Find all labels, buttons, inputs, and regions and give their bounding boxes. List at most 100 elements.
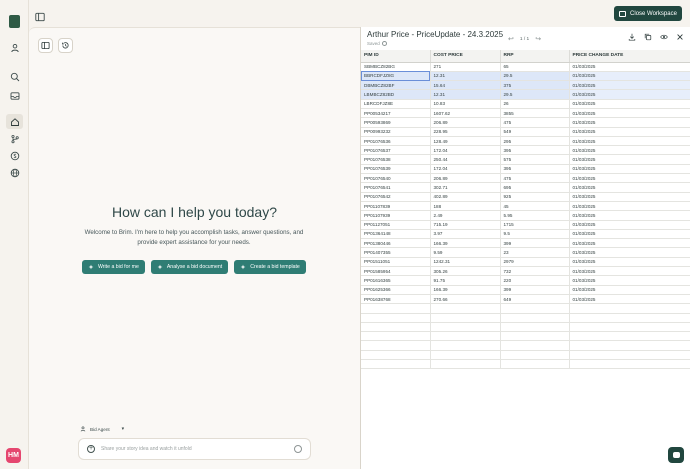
info-icon[interactable] bbox=[381, 41, 387, 46]
sidebar-toggle-icon[interactable] bbox=[35, 9, 45, 22]
table-cell[interactable]: PP01107939 bbox=[361, 210, 431, 221]
table-cell[interactable]: 399 bbox=[500, 238, 570, 249]
history-button[interactable] bbox=[58, 38, 73, 53]
empty-table-row[interactable] bbox=[361, 322, 690, 333]
table-cell[interactable]: 166.39 bbox=[430, 238, 501, 249]
table-cell[interactable]: 12.31 bbox=[430, 71, 501, 82]
table-cell[interactable]: 1607.62 bbox=[430, 108, 501, 119]
table-row[interactable]: PP01076537 172.04 395 01/03/2025 bbox=[361, 145, 690, 156]
table-cell[interactable]: PP01511051 bbox=[361, 257, 431, 268]
table-row[interactable]: PP01076538 250.44 575 01/03/2025 bbox=[361, 154, 690, 165]
table-row[interactable]: PP01625366 166.39 399 01/03/2025 bbox=[361, 285, 690, 295]
table-cell[interactable] bbox=[569, 331, 690, 342]
home-icon[interactable] bbox=[6, 114, 23, 129]
table-cell[interactable]: 01/03/2025 bbox=[569, 210, 690, 221]
table-cell[interactable]: PP01076542 bbox=[361, 192, 431, 202]
table-row[interactable]: PP00993232 228.95 549 01/03/2025 bbox=[361, 127, 690, 137]
branch-icon[interactable] bbox=[9, 133, 20, 144]
table-cell[interactable]: 01/03/2025 bbox=[569, 229, 690, 240]
table-cell[interactable]: 925 bbox=[500, 192, 570, 202]
table-cell[interactable]: PP00534217 bbox=[361, 108, 431, 119]
table-cell[interactable]: PP01076539 bbox=[361, 164, 431, 175]
table-cell[interactable]: PP01380446 bbox=[361, 238, 431, 249]
table-cell[interactable] bbox=[500, 303, 570, 314]
table-row[interactable]: PP01076536 128.49 295 01/03/2025 bbox=[361, 136, 690, 147]
table-row[interactable]: PP00593869 206.89 475 01/03/2025 bbox=[361, 117, 690, 128]
table-cell[interactable] bbox=[430, 313, 501, 323]
create-template-button[interactable]: Create a bid template bbox=[234, 260, 306, 274]
table-cell[interactable]: 01/03/2025 bbox=[569, 266, 690, 277]
table-cell[interactable] bbox=[361, 340, 431, 351]
table-cell[interactable]: 3.97 bbox=[430, 229, 501, 240]
table-cell[interactable]: 206.89 bbox=[430, 173, 501, 184]
table-cell[interactable]: 220 bbox=[500, 275, 570, 286]
agent-selector[interactable]: Bid Agent ▾ bbox=[80, 426, 124, 432]
table-cell[interactable]: PP01076541 bbox=[361, 182, 431, 193]
table-cell[interactable]: 228.95 bbox=[430, 127, 501, 137]
table-cell[interactable]: 91.75 bbox=[430, 275, 501, 286]
table-cell[interactable]: 475 bbox=[500, 173, 570, 184]
table-cell[interactable]: 23 bbox=[500, 247, 570, 258]
table-cell[interactable]: PP01616365 bbox=[361, 275, 431, 286]
table-cell[interactable]: 01/03/2025 bbox=[569, 257, 690, 268]
table-row[interactable]: PP01076541 302.71 695 01/03/2025 bbox=[361, 182, 690, 193]
table-cell[interactable]: 250.44 bbox=[430, 154, 501, 165]
table-cell[interactable] bbox=[569, 313, 690, 323]
table-cell[interactable]: 01/03/2025 bbox=[569, 117, 690, 128]
table-row[interactable]: PP01585954 305.26 732 01/03/2025 bbox=[361, 266, 690, 277]
table-cell[interactable]: PP00993232 bbox=[361, 127, 431, 137]
table-cell[interactable]: 575 bbox=[500, 154, 570, 165]
table-cell[interactable] bbox=[500, 331, 570, 342]
table-row[interactable]: PP01407355 9.59 23 01/03/2025 bbox=[361, 247, 690, 258]
table-cell[interactable] bbox=[430, 340, 501, 351]
table-cell[interactable] bbox=[569, 303, 690, 314]
inbox-icon[interactable] bbox=[9, 90, 20, 101]
table-cell[interactable]: PP01407355 bbox=[361, 247, 431, 258]
table-cell[interactable] bbox=[500, 350, 570, 361]
table-cell[interactable]: 206.89 bbox=[430, 117, 501, 128]
table-cell[interactable]: 166.39 bbox=[430, 285, 501, 295]
table-row[interactable]: PP01107839 188 45 01/03/2025 bbox=[361, 201, 690, 212]
column-header[interactable]: COST PRICE bbox=[430, 50, 501, 63]
empty-table-row[interactable] bbox=[361, 313, 690, 323]
table-row[interactable]: SBMBCZ82BG 271 65 01/03/2025 bbox=[361, 62, 690, 72]
table-cell[interactable]: 01/03/2025 bbox=[569, 127, 690, 137]
table-row[interactable]: PP01616365 91.75 220 01/03/2025 bbox=[361, 275, 690, 286]
table-cell[interactable]: PP01585954 bbox=[361, 266, 431, 277]
table-cell[interactable]: BBRCDFJZ8G bbox=[361, 71, 431, 82]
table-cell[interactable]: 01/03/2025 bbox=[569, 71, 690, 82]
empty-table-row[interactable] bbox=[361, 340, 690, 351]
table-cell[interactable]: 01/03/2025 bbox=[569, 173, 690, 184]
table-row[interactable]: PP01076540 206.89 475 01/03/2025 bbox=[361, 173, 690, 184]
table-cell[interactable] bbox=[430, 359, 501, 370]
table-cell[interactable] bbox=[430, 322, 501, 333]
table-cell[interactable]: 302.71 bbox=[430, 182, 501, 193]
search-icon[interactable] bbox=[9, 71, 20, 82]
table-row[interactable]: PP01511051 1242.31 2979 01/03/2025 bbox=[361, 257, 690, 268]
table-cell[interactable] bbox=[569, 340, 690, 351]
column-header[interactable]: RRP bbox=[500, 50, 570, 63]
table-row[interactable]: PP00534217 1607.62 3855 01/03/2025 bbox=[361, 108, 690, 119]
table-row[interactable]: DBMBCZ82BF 15.64 375 01/03/2025 bbox=[361, 80, 690, 91]
table-cell[interactable]: 128.49 bbox=[430, 136, 501, 147]
table-row[interactable]: PP01380446 166.39 399 01/03/2025 bbox=[361, 238, 690, 249]
table-cell[interactable]: PP01625366 bbox=[361, 285, 431, 295]
table-row[interactable]: PP01076542 402.89 925 01/03/2025 bbox=[361, 192, 690, 202]
undo-icon[interactable]: ↩ bbox=[508, 35, 514, 43]
table-cell[interactable]: 15.64 bbox=[430, 80, 501, 91]
table-cell[interactable] bbox=[569, 322, 690, 333]
table-cell[interactable]: 295 bbox=[500, 136, 570, 147]
table-cell[interactable]: PP01364148 bbox=[361, 229, 431, 240]
table-cell[interactable]: 01/03/2025 bbox=[569, 62, 690, 72]
table-cell[interactable]: 01/03/2025 bbox=[569, 192, 690, 202]
table-cell[interactable]: LBMBCZ82BD bbox=[361, 89, 431, 100]
table-cell[interactable]: 01/03/2025 bbox=[569, 99, 690, 110]
table-cell[interactable]: 01/03/2025 bbox=[569, 145, 690, 156]
table-cell[interactable]: PP01076540 bbox=[361, 173, 431, 184]
table-cell[interactable]: 01/03/2025 bbox=[569, 89, 690, 100]
table-cell[interactable]: 01/03/2025 bbox=[569, 275, 690, 286]
close-workspace-button[interactable]: Close Workspace bbox=[614, 6, 682, 21]
table-cell[interactable]: PP01127051 bbox=[361, 220, 431, 230]
chat-input[interactable]: + Share your story idea and watch it unf… bbox=[78, 438, 311, 460]
table-cell[interactable] bbox=[361, 303, 431, 314]
